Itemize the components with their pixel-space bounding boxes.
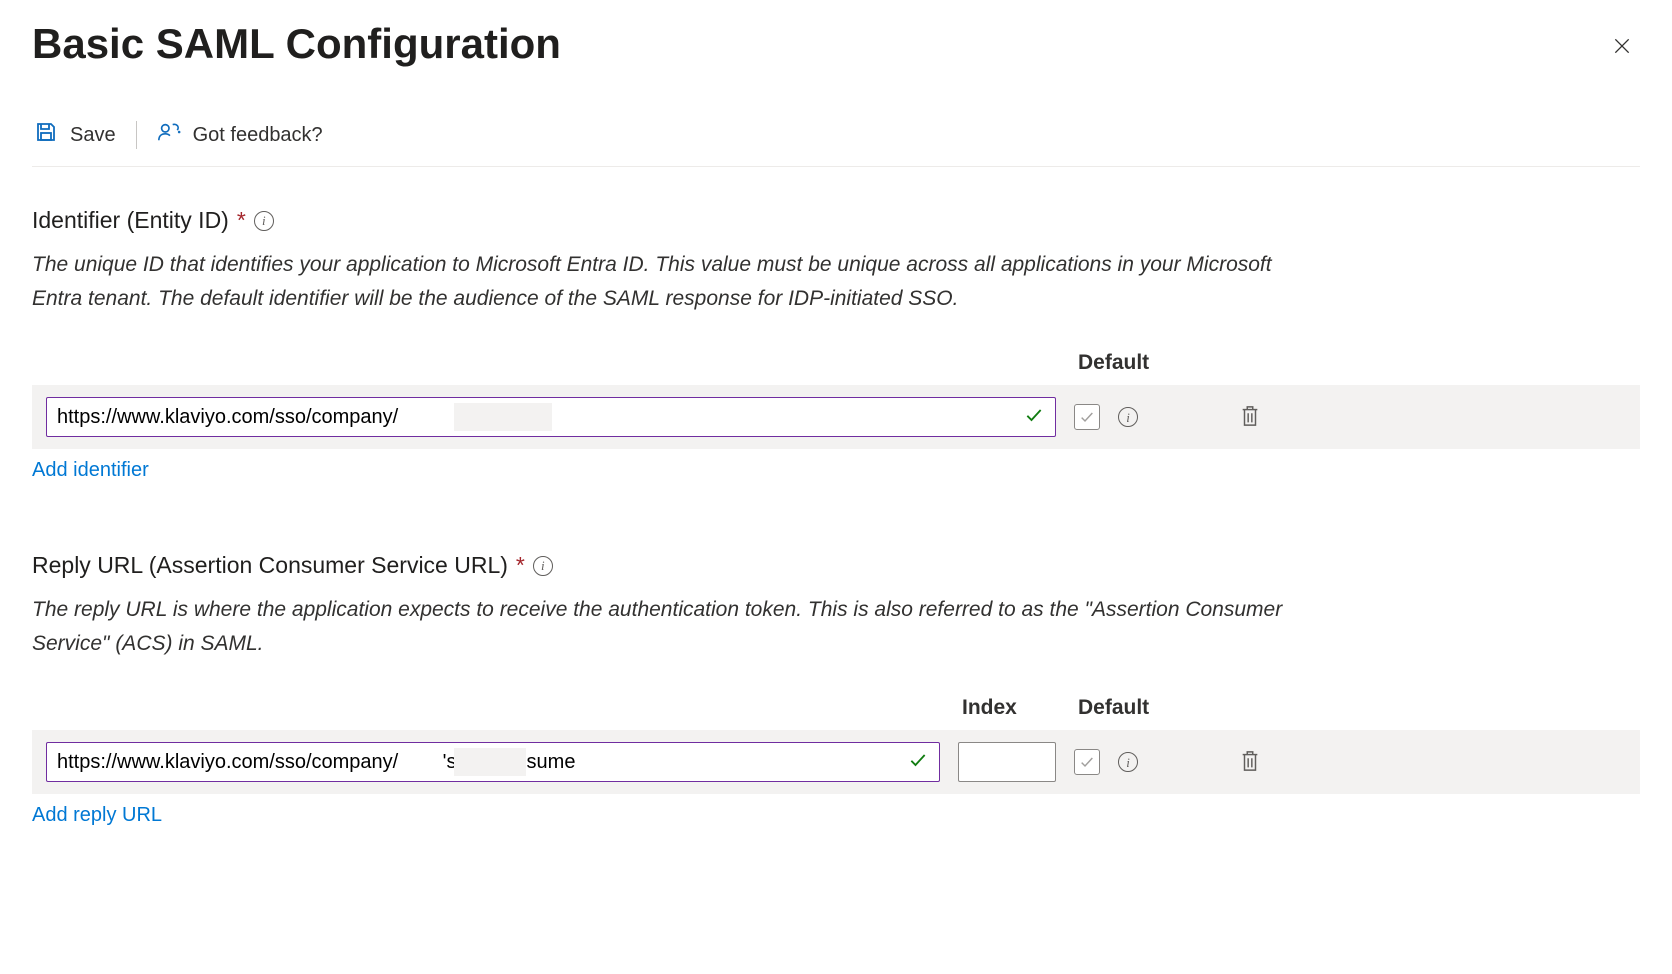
reply-url-section: Reply URL (Assertion Consumer Service UR… bbox=[32, 552, 1640, 827]
save-button[interactable]: Save bbox=[32, 116, 118, 154]
feedback-button[interactable]: Got feedback? bbox=[155, 116, 325, 154]
info-icon[interactable]: i bbox=[533, 556, 553, 576]
index-header: Index bbox=[962, 696, 1078, 720]
reply-column-headers: Index Default bbox=[32, 696, 1640, 720]
feedback-icon bbox=[157, 120, 181, 150]
default-header: Default bbox=[1078, 696, 1210, 720]
add-identifier-link[interactable]: Add identifier bbox=[32, 459, 149, 482]
reply-url-label: Reply URL (Assertion Consumer Service UR… bbox=[32, 552, 1640, 579]
close-button[interactable] bbox=[1604, 28, 1640, 67]
default-header: Default bbox=[1078, 351, 1210, 375]
identifier-row: i bbox=[32, 385, 1640, 449]
identifier-default-checkbox[interactable] bbox=[1074, 404, 1100, 430]
reply-url-label-text: Reply URL (Assertion Consumer Service UR… bbox=[32, 552, 508, 579]
trash-icon bbox=[1239, 416, 1261, 431]
save-icon bbox=[34, 120, 58, 150]
toolbar: Save Got feedback? bbox=[32, 116, 1640, 167]
required-star: * bbox=[516, 552, 525, 579]
required-star: * bbox=[237, 207, 246, 234]
feedback-label: Got feedback? bbox=[193, 124, 323, 147]
identifier-delete-button[interactable] bbox=[1235, 400, 1265, 435]
identifier-label-text: Identifier (Entity ID) bbox=[32, 207, 229, 234]
add-reply-url-link[interactable]: Add reply URL bbox=[32, 804, 162, 827]
identifier-label: Identifier (Entity ID) * i bbox=[32, 207, 1640, 234]
save-label: Save bbox=[70, 124, 116, 147]
reply-default-checkbox[interactable] bbox=[1074, 749, 1100, 775]
identifier-section: Identifier (Entity ID) * i The unique ID… bbox=[32, 207, 1640, 482]
info-icon[interactable]: i bbox=[1118, 752, 1138, 772]
reply-delete-button[interactable] bbox=[1235, 745, 1265, 780]
info-icon[interactable]: i bbox=[254, 211, 274, 231]
trash-icon bbox=[1239, 761, 1261, 776]
close-icon bbox=[1612, 44, 1632, 59]
reply-index-input[interactable] bbox=[958, 742, 1056, 782]
redacted-block bbox=[454, 748, 526, 776]
redacted-block bbox=[454, 403, 552, 431]
panel-title: Basic SAML Configuration bbox=[32, 20, 561, 68]
reply-url-description: The reply URL is where the application e… bbox=[32, 593, 1292, 660]
reply-url-row: i bbox=[32, 730, 1640, 794]
toolbar-separator bbox=[136, 121, 137, 149]
identifier-description: The unique ID that identifies your appli… bbox=[32, 248, 1292, 315]
identifier-column-headers: Default bbox=[32, 351, 1640, 375]
info-icon[interactable]: i bbox=[1118, 407, 1138, 427]
